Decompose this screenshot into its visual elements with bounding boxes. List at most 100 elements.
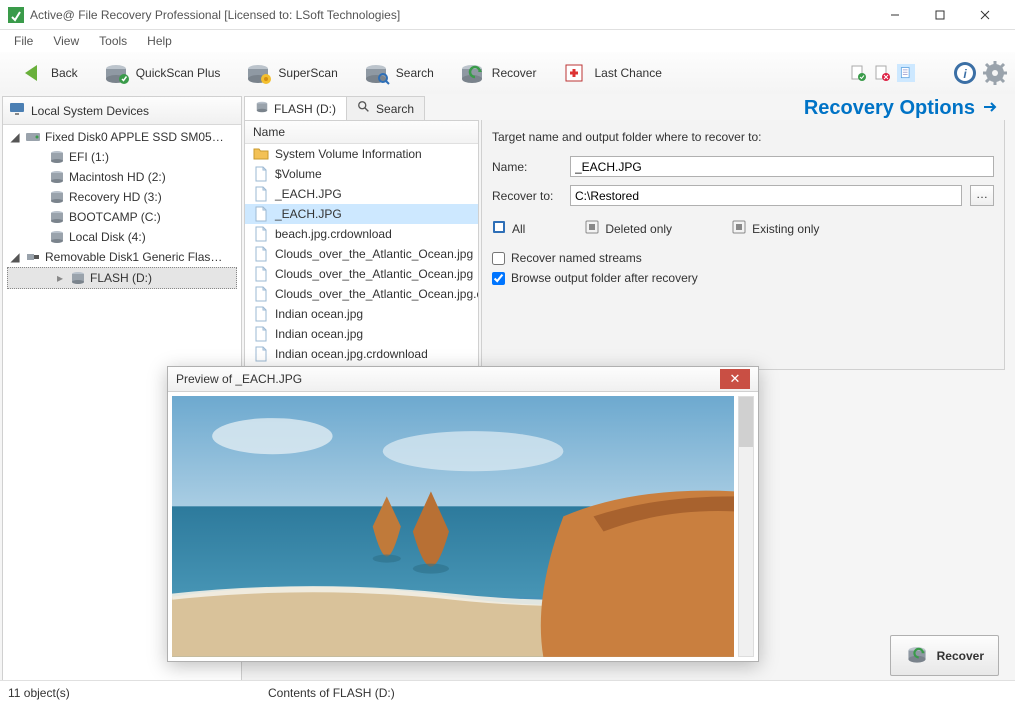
- filter-existing-option[interactable]: Existing only: [732, 220, 819, 237]
- tree-partition[interactable]: BOOTCAMP (C:): [3, 207, 241, 227]
- lastchance-button[interactable]: Last Chance: [549, 54, 672, 92]
- tree-partition[interactable]: Recovery HD (3:): [3, 187, 241, 207]
- filter-all-option[interactable]: All: [492, 220, 525, 237]
- preview-window[interactable]: Preview of _EACH.JPG ✕: [167, 366, 759, 662]
- arrow-left-icon: [17, 59, 45, 87]
- recover-button[interactable]: Recover: [447, 54, 548, 92]
- file-list[interactable]: System Volume Information $Volume _EACH.JP…: [245, 144, 478, 371]
- doc-check-icon[interactable]: [849, 64, 867, 82]
- file-row[interactable]: Clouds_over_the_Atlantic_Ocean.jpg.crdow…: [245, 284, 478, 304]
- minimize-button[interactable]: [872, 0, 917, 29]
- tab-label: Search: [376, 102, 414, 116]
- checkbox-input[interactable]: [492, 272, 505, 285]
- file-row[interactable]: Indian ocean.jpg.crdownload: [245, 344, 478, 364]
- expander-icon[interactable]: ◢: [9, 130, 21, 144]
- file-icon: [253, 266, 269, 282]
- name-input[interactable]: [570, 156, 994, 177]
- tree-label: Recovery HD (3:): [69, 190, 162, 204]
- file-row[interactable]: System Volume Information: [245, 144, 478, 164]
- disk-recover-icon: [458, 59, 486, 87]
- name-label: Name:: [492, 160, 562, 174]
- filter-label: All: [512, 222, 525, 236]
- tree-disk1[interactable]: ◢ Removable Disk1 Generic Flas…: [3, 247, 241, 267]
- expander-icon[interactable]: ◢: [9, 250, 21, 264]
- file-name: beach.jpg.crdownload: [275, 227, 392, 241]
- preview-scrollbar[interactable]: [738, 396, 754, 657]
- tab-flash[interactable]: FLASH (D:): [244, 96, 347, 120]
- browse-button[interactable]: …: [970, 185, 994, 206]
- arrow-right-icon[interactable]: [981, 98, 999, 119]
- menu-help[interactable]: Help: [137, 32, 182, 50]
- help-icon[interactable]: i: [951, 59, 979, 87]
- back-button[interactable]: Back: [6, 54, 89, 92]
- toolbar: Back QuickScan Plus SuperScan Search Rec…: [0, 52, 1015, 94]
- device-tree-title: Local System Devices: [31, 104, 149, 118]
- file-list-panel: Name System Volume Information $Volume _EA…: [244, 120, 479, 372]
- maximize-button[interactable]: [917, 0, 962, 29]
- checkbox-label: Browse output folder after recovery: [511, 271, 698, 285]
- tree-label: Removable Disk1 Generic Flas…: [45, 250, 222, 264]
- do-recover-button[interactable]: Recover: [890, 635, 999, 676]
- tree-label: EFI (1:): [69, 150, 109, 164]
- file-icon: [253, 206, 269, 222]
- file-row[interactable]: _EACH.JPG: [245, 184, 478, 204]
- checkbox-input[interactable]: [492, 252, 505, 265]
- recover-label: Recover: [492, 66, 537, 80]
- volume-icon: [49, 229, 65, 245]
- file-row[interactable]: Clouds_over_the_Atlantic_Ocean.jpg: [245, 244, 478, 264]
- expander-icon[interactable]: ▸: [54, 271, 66, 285]
- recover-to-input[interactable]: [570, 185, 962, 206]
- file-icon: [253, 226, 269, 242]
- doc-cross-icon[interactable]: [873, 64, 891, 82]
- browse-after-checkbox[interactable]: Browse output folder after recovery: [492, 271, 994, 285]
- scrollbar-thumb[interactable]: [739, 397, 753, 447]
- titlebar: Active@ File Recovery Professional [Lice…: [0, 0, 1015, 30]
- file-row[interactable]: Indian ocean.jpg: [245, 304, 478, 324]
- doc-selected-icon[interactable]: [897, 64, 915, 82]
- file-row[interactable]: _EACH.JPG: [245, 204, 478, 224]
- file-row[interactable]: beach.jpg.crdownload: [245, 224, 478, 244]
- file-row[interactable]: Indian ocean.jpg: [245, 324, 478, 344]
- recovery-header: Recovery Options: [481, 96, 1005, 120]
- search-icon: [357, 100, 371, 117]
- file-name: System Volume Information: [275, 147, 422, 161]
- file-row[interactable]: Clouds_over_the_Atlantic_Ocean.jpg: [245, 264, 478, 284]
- radio-icon: [585, 220, 599, 237]
- menu-tools[interactable]: Tools: [89, 32, 137, 50]
- hdd-icon: [25, 129, 41, 145]
- recovery-form: Target name and output folder where to r…: [481, 120, 1005, 370]
- menu-view[interactable]: View: [43, 32, 89, 50]
- preview-image: [172, 396, 734, 657]
- search-label: Search: [396, 66, 434, 80]
- column-header-name[interactable]: Name: [245, 121, 478, 144]
- superscan-button[interactable]: SuperScan: [233, 54, 348, 92]
- tree-disk0[interactable]: ◢ Fixed Disk0 APPLE SSD SM05…: [3, 127, 241, 147]
- menubar: File View Tools Help: [0, 30, 1015, 52]
- file-row[interactable]: $Volume: [245, 164, 478, 184]
- file-name: Indian ocean.jpg: [275, 307, 363, 321]
- volume-icon: [255, 100, 269, 117]
- file-icon: [253, 346, 269, 362]
- preview-titlebar[interactable]: Preview of _EACH.JPG ✕: [168, 367, 758, 392]
- status-bar: 11 object(s) Contents of FLASH (D:): [0, 680, 1015, 704]
- radio-icon: [492, 220, 506, 237]
- close-button[interactable]: [962, 0, 1007, 29]
- file-name: $Volume: [275, 167, 322, 181]
- settings-icon[interactable]: [981, 59, 1009, 87]
- volume-icon: [49, 209, 65, 225]
- tree-partition[interactable]: Macintosh HD (2:): [3, 167, 241, 187]
- quickscan-button[interactable]: QuickScan Plus: [91, 54, 232, 92]
- recover-streams-checkbox[interactable]: Recover named streams: [492, 251, 994, 265]
- filter-label: Existing only: [752, 222, 819, 236]
- search-button[interactable]: Search: [351, 54, 445, 92]
- volume-icon: [49, 149, 65, 165]
- tab-search[interactable]: Search: [346, 96, 425, 120]
- preview-close-button[interactable]: ✕: [720, 369, 750, 389]
- filter-deleted-option[interactable]: Deleted only: [585, 220, 672, 237]
- tree-partition[interactable]: Local Disk (4:): [3, 227, 241, 247]
- tree-partition[interactable]: EFI (1:): [3, 147, 241, 167]
- menu-file[interactable]: File: [4, 32, 43, 50]
- file-icon: [253, 326, 269, 342]
- tree-flash[interactable]: ▸ FLASH (D:): [7, 267, 237, 289]
- folder-icon: [253, 146, 269, 162]
